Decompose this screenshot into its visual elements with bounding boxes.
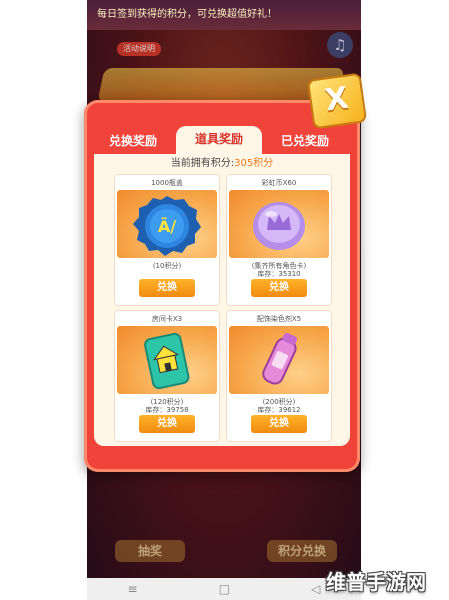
bottle-cap-icon: Ā∕ — [117, 190, 217, 258]
exchange-button[interactable]: 兑换 — [139, 279, 195, 297]
system-nav-bar: ≡ □ ◁ — [87, 578, 361, 600]
signin-banner: 每日签到获得的积分，可兑换超值好礼！ — [87, 0, 361, 30]
rainbow-coin-icon — [229, 190, 329, 258]
reward-title: 房间卡X3 — [151, 315, 183, 323]
reward-card: 房间卡X3 (120积分) 库存：39758 兑换 — [114, 310, 220, 442]
dye-spray-icon — [229, 326, 329, 394]
exchange-button[interactable]: 兑换 — [251, 279, 307, 297]
reward-stock: 库存：39612 — [257, 406, 301, 414]
exchange-button[interactable]: 兑换 — [251, 415, 307, 433]
bottom-button-points-exchange[interactable]: 积分兑换 — [267, 540, 337, 562]
tab-exchange-rewards[interactable]: 兑换奖励 — [90, 128, 176, 154]
menu-icon[interactable]: ≡ — [128, 578, 138, 600]
home-icon[interactable]: □ — [219, 578, 230, 600]
event-info-tag: 活动说明 — [117, 42, 161, 56]
points-label: 当前拥有积分: — [170, 158, 235, 169]
exchange-button[interactable]: 兑换 — [139, 415, 195, 433]
reward-card: 配饰染色剂X5 (200积分) 库存：39612 兑换 — [226, 310, 332, 442]
close-button[interactable]: X — [306, 72, 368, 130]
modal-tabs: 兑换奖励 道具奖励 已兑奖励 — [90, 126, 354, 154]
reward-stock: 库存：35310 — [257, 270, 301, 278]
reward-title: 配饰染色剂X5 — [256, 315, 302, 323]
reward-card: 彩虹币X60 (集齐所有角色卡) 库存：35310 兑换 — [226, 174, 332, 306]
reward-stock: 库存：39758 — [145, 406, 189, 414]
reward-card: 1000瓶盖 Ā∕ (10积分) 兑换 — [114, 174, 220, 306]
bottom-button-lottery[interactable]: 抽奖 — [115, 540, 185, 562]
reward-cost: (10积分) — [152, 262, 182, 270]
tab-item-rewards[interactable]: 道具奖励 — [176, 126, 262, 154]
reward-title: 1000瓶盖 — [151, 179, 183, 187]
back-icon[interactable]: ◁ — [311, 578, 320, 600]
tab-redeemed-rewards[interactable]: 已兑奖励 — [262, 128, 348, 154]
music-icon[interactable]: ♫ — [327, 32, 353, 58]
reward-title: 彩虹币X60 — [261, 179, 297, 187]
room-card-icon — [117, 326, 217, 394]
svg-text:Ā∕: Ā∕ — [158, 216, 176, 236]
item-rewards-panel: 当前拥有积分:305积分 1000瓶盖 Ā∕ (10积分) 兑换 彩虹币X60 … — [94, 154, 350, 446]
current-points: 当前拥有积分:305积分 — [94, 156, 350, 172]
points-value: 305积分 — [234, 158, 274, 169]
site-watermark: 维普手游网 — [326, 570, 426, 594]
